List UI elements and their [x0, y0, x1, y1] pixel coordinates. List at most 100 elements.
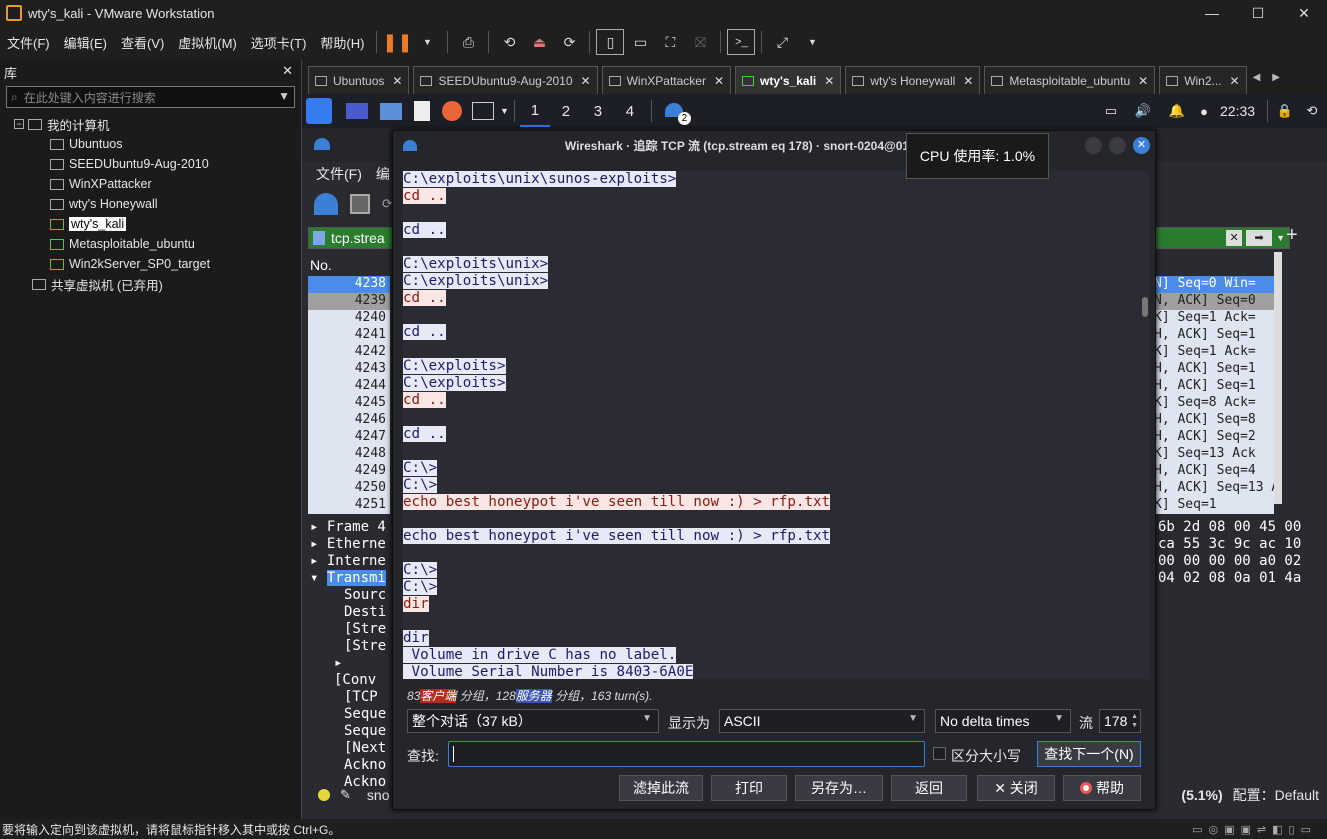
snapshot-manager-icon[interactable]: ⟳: [555, 29, 583, 55]
dialog-minimize-button[interactable]: [1085, 137, 1102, 154]
wireshark-task-icon[interactable]: 2: [663, 99, 691, 125]
tab-vm[interactable]: Ubuntuos ✕: [308, 66, 410, 94]
apply-filter-icon[interactable]: ➡: [1246, 230, 1273, 246]
workspace-2[interactable]: 2: [550, 103, 582, 120]
menu-view[interactable]: 查看(V): [114, 33, 171, 52]
device-icons[interactable]: ▭◎▣▣⇌◧▯▭: [1192, 823, 1317, 836]
sidebar-toggle-icon[interactable]: ▯: [596, 29, 625, 55]
tab-scroll-left-icon[interactable]: ◀: [1253, 66, 1261, 94]
tab-vm[interactable]: WinXPattacker ✕: [601, 66, 732, 94]
screen-icon[interactable]: ▭: [1096, 103, 1126, 119]
case-sensitive-label[interactable]: 区分大小写: [951, 746, 1021, 766]
text-editor-icon[interactable]: [414, 101, 430, 121]
table-row[interactable]: 4243: [308, 361, 390, 378]
table-row[interactable]: N, ACK] Seq=0: [1154, 293, 1274, 310]
table-row[interactable]: 4238: [308, 276, 390, 293]
dialog-maximize-button[interactable]: [1109, 137, 1126, 154]
menu-vm[interactable]: 虚拟机(M): [171, 33, 244, 52]
menu-help[interactable]: 帮助(H): [313, 33, 371, 52]
find-next-button[interactable]: 查找下一个(N): [1037, 741, 1141, 767]
power-manager-icon[interactable]: ●: [1194, 104, 1214, 119]
close-library-button[interactable]: ✕: [282, 63, 293, 79]
close-window-button[interactable]: ✕: [1281, 0, 1327, 26]
edit-comment-icon[interactable]: ✎: [340, 787, 351, 803]
detail-row[interactable]: [Stre: [310, 621, 390, 638]
bookmark-icon[interactable]: [313, 231, 325, 245]
clock[interactable]: 22:33: [1220, 103, 1262, 119]
table-row[interactable]: 4249: [308, 463, 390, 480]
notification-bell-icon[interactable]: 🔔: [1160, 103, 1194, 119]
detail-row[interactable]: Seque: [310, 723, 390, 740]
col-no-header[interactable]: No.: [310, 257, 332, 273]
save-as-button[interactable]: 另存为…: [795, 775, 883, 801]
tree-item-vm[interactable]: SEEDUbuntu9-Aug-2010: [0, 154, 301, 174]
tree-item-vm[interactable]: WinXPattacker: [0, 174, 301, 194]
find-input[interactable]: [448, 741, 925, 767]
detail-row[interactable]: ▸ Interne: [310, 553, 390, 570]
tab-vm[interactable]: SEEDUbuntu9-Aug-2010 ✕: [413, 66, 598, 94]
close-icon[interactable]: ✕: [392, 74, 402, 88]
back-button[interactable]: 返回: [891, 775, 967, 801]
table-row[interactable]: H, ACK] Seq=8: [1154, 412, 1274, 429]
stream-number-spinner[interactable]: 178 ▲ ▼: [1099, 709, 1141, 733]
table-row[interactable]: 4239: [308, 293, 390, 310]
detail-row[interactable]: Ackno: [310, 757, 390, 774]
table-row[interactable]: H, ACK] Seq=1: [1154, 378, 1274, 395]
detail-row[interactable]: [Next: [310, 740, 390, 757]
delta-times-select[interactable]: No delta times ▼: [935, 709, 1071, 733]
table-row[interactable]: 4244: [308, 378, 390, 395]
terminal-icon[interactable]: >_: [727, 29, 756, 55]
clear-filter-icon[interactable]: ✕: [1226, 230, 1243, 246]
close-icon[interactable]: ✕: [1138, 74, 1148, 88]
table-row[interactable]: H, ACK] Seq=1: [1154, 327, 1274, 344]
filter-out-stream-button[interactable]: 滤掉此流: [619, 775, 703, 801]
table-row[interactable]: K] Seq=1 Ack=: [1154, 310, 1274, 327]
tab-vm[interactable]: wty's Honeywall ✕: [845, 66, 981, 94]
tree-item-shared[interactable]: 共享虚拟机 (已弃用): [0, 274, 301, 294]
tree-item-vm[interactable]: Metasploitable_ubuntu: [0, 234, 301, 254]
folder-icon[interactable]: [380, 102, 402, 120]
table-row[interactable]: 4246: [308, 412, 390, 429]
tree-item-vm[interactable]: Ubuntuos: [0, 134, 301, 154]
tab-vm-active[interactable]: wty's_kali ✕: [735, 66, 842, 94]
kali-menu-icon[interactable]: [306, 98, 332, 124]
dialog-close-button[interactable]: ✕: [1133, 137, 1150, 154]
tree-item-vm[interactable]: wty's Honeywall: [0, 194, 301, 214]
table-row[interactable]: N] Seq=0 Win=: [1154, 276, 1274, 293]
status-profile[interactable]: 配置：Default: [1233, 785, 1319, 805]
detail-row[interactable]: Desti: [310, 604, 390, 621]
tree-item-vm[interactable]: Win2kServer_SP0_target: [0, 254, 301, 274]
detail-row[interactable]: ▸ Frame 4: [310, 519, 390, 536]
case-sensitive-checkbox[interactable]: [933, 747, 946, 760]
table-row[interactable]: K] Seq=1 Ack=: [1154, 344, 1274, 361]
chevron-down-icon[interactable]: ▼: [500, 106, 509, 116]
table-row[interactable]: 4250: [308, 480, 390, 497]
menu-file[interactable]: 文件(F): [0, 33, 57, 52]
detail-row[interactable]: ▾ Transmi: [310, 570, 390, 587]
print-button[interactable]: 打印: [711, 775, 787, 801]
unity-icon[interactable]: ⛝: [686, 29, 714, 55]
detail-row[interactable]: [TCP: [310, 689, 390, 706]
table-row[interactable]: H, ACK] Seq=1: [1154, 361, 1274, 378]
revert-snapshot-icon[interactable]: ⏏: [525, 29, 553, 55]
ws-menu-file[interactable]: 文件(F): [316, 164, 362, 184]
table-row[interactable]: 4241: [308, 327, 390, 344]
tree-root[interactable]: − 我的计算机: [0, 114, 301, 134]
workspace-1[interactable]: 1: [519, 96, 550, 127]
chevron-down-icon[interactable]: ▼: [278, 89, 290, 103]
conversation-select[interactable]: 整个对话（37 kB） ▼: [407, 709, 659, 733]
table-row[interactable]: K] Seq=1: [1154, 497, 1274, 514]
show-as-select[interactable]: ASCII ▼: [719, 709, 925, 733]
menu-tabs[interactable]: 选项卡(T): [244, 33, 314, 52]
tab-vm[interactable]: Win2... ✕: [1159, 66, 1247, 94]
detail-row[interactable]: ▸ Etherne: [310, 536, 390, 553]
snapshot-icon[interactable]: ⟲: [495, 29, 523, 55]
close-icon[interactable]: ✕: [824, 74, 834, 88]
menu-edit[interactable]: 编辑(E): [57, 33, 114, 52]
table-row[interactable]: 4240: [308, 310, 390, 327]
fullscreen-icon[interactable]: ⛶: [656, 29, 684, 55]
minimize-button[interactable]: —: [1189, 0, 1235, 26]
close-icon[interactable]: ✕: [963, 74, 973, 88]
table-row[interactable]: 4248: [308, 446, 390, 463]
logout-icon[interactable]: ⟲: [1297, 103, 1327, 119]
